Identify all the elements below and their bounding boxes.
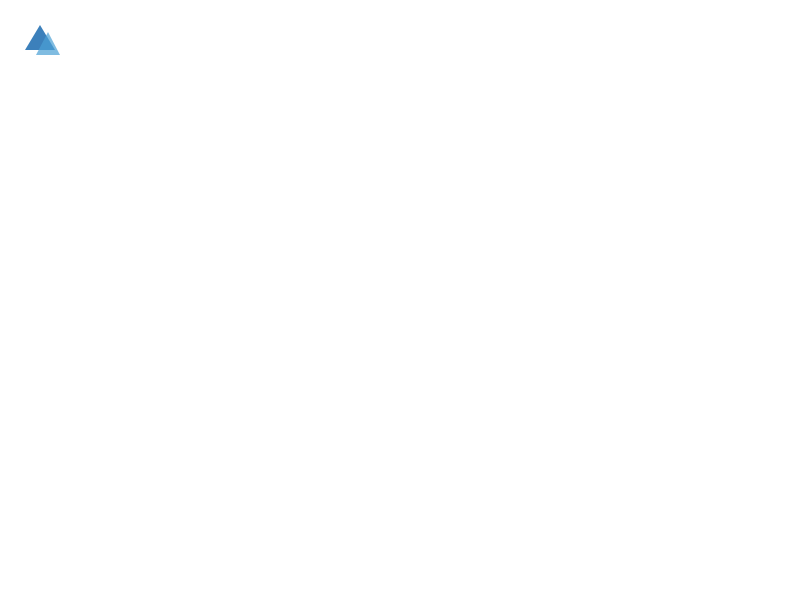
header: [20, 20, 772, 60]
logo-icon: [20, 20, 60, 60]
logo: [20, 20, 64, 60]
